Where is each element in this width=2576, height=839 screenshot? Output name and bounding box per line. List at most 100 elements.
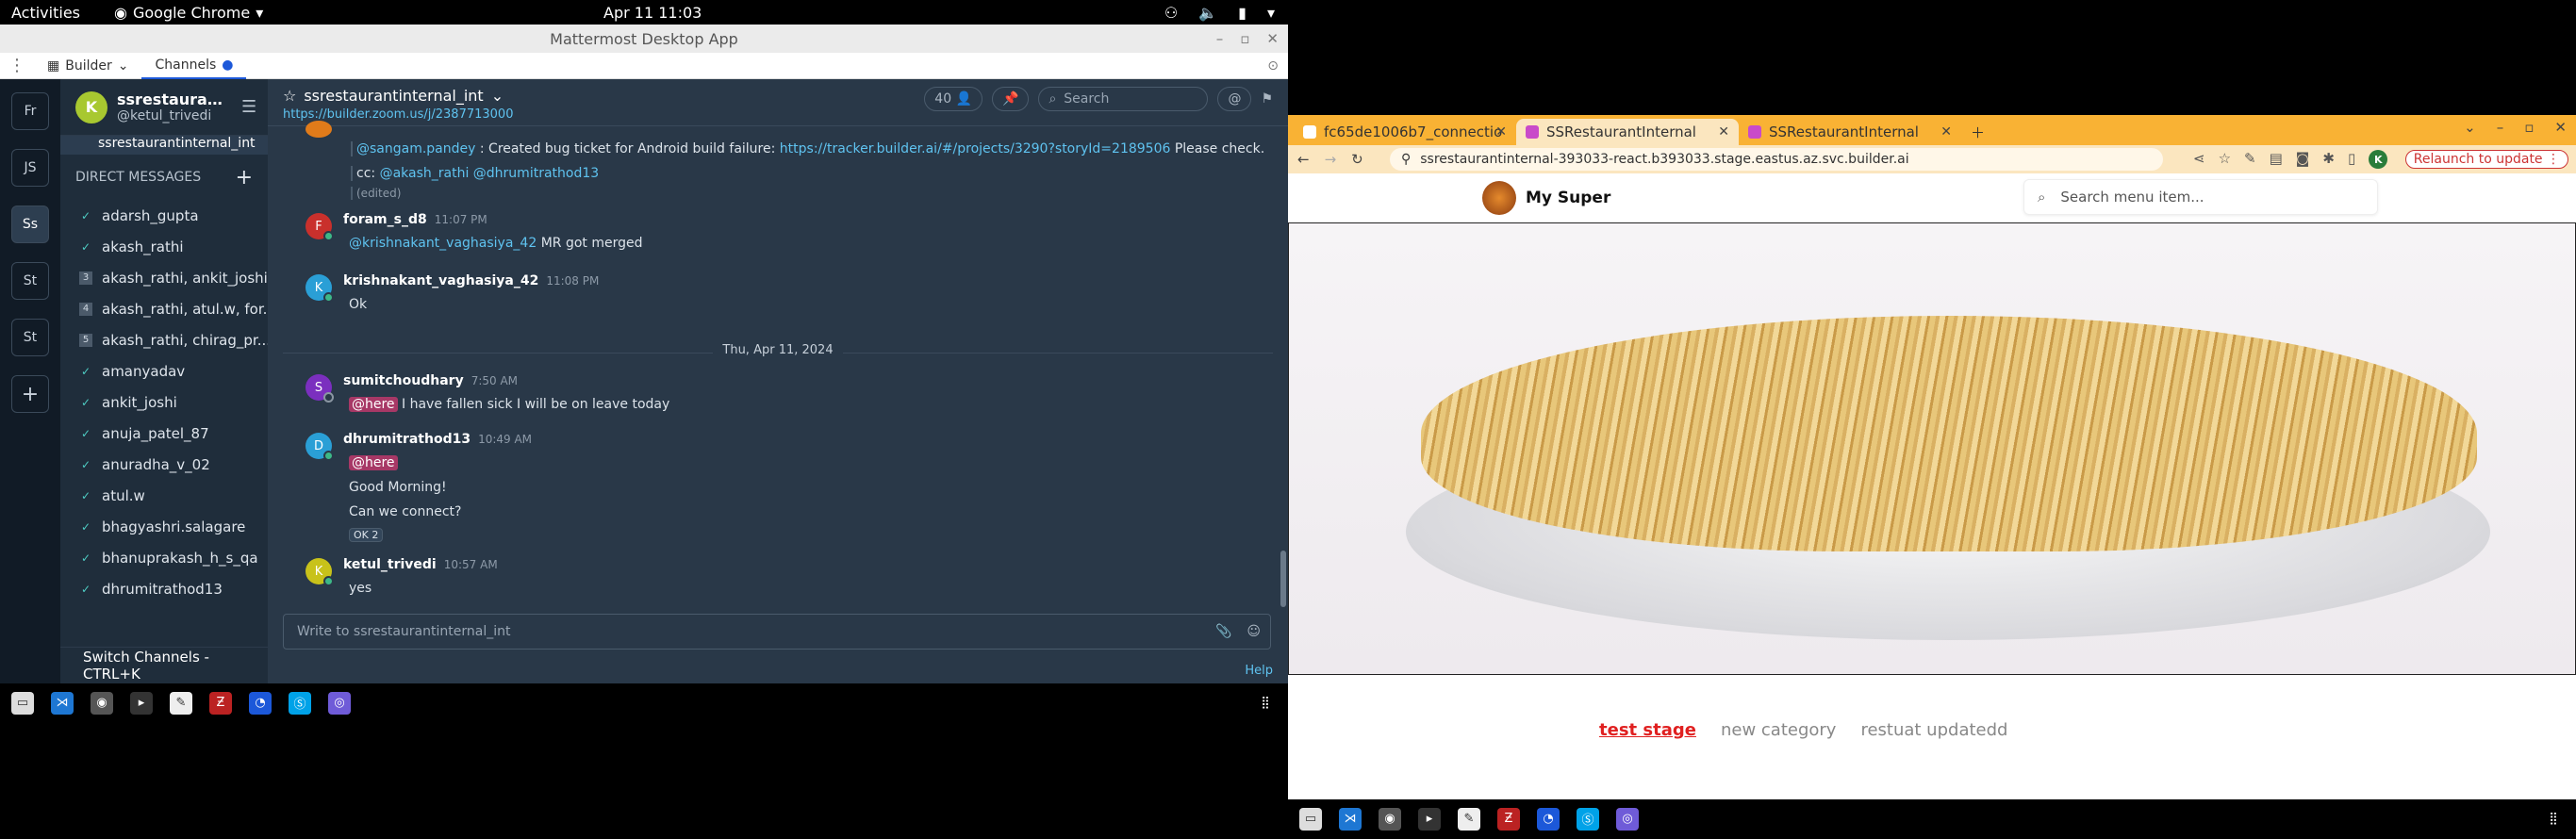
post-author[interactable]: krishnakant_vaghasiya_42 11:08 PM xyxy=(343,273,599,288)
browser-tab[interactable]: SSRestaurantInternal ✕ xyxy=(1739,119,1961,145)
category-tab[interactable]: test stage xyxy=(1599,720,1696,740)
sidebar-item-dm[interactable]: ✓ atul.w xyxy=(60,480,268,511)
tab-builder[interactable]: ▦ Builder ⌄ xyxy=(34,53,141,79)
channel-header-link[interactable]: https://builder.zoom.us/j/2387713000 xyxy=(283,107,513,122)
bookmark-star-icon[interactable]: ☆ xyxy=(2219,150,2231,169)
post-author[interactable]: dhrumitrathod13 10:49 AM xyxy=(343,432,532,447)
clock[interactable]: Apr 11 11:03 xyxy=(603,4,702,22)
editor-icon[interactable]: ✎ xyxy=(1458,807,1480,831)
app-icon[interactable]: ◎ xyxy=(1616,807,1639,831)
back-icon[interactable]: ← xyxy=(1297,151,1310,168)
post-time[interactable]: 11:08 PM xyxy=(546,274,599,288)
mattermost-icon[interactable]: ◔ xyxy=(1537,807,1560,831)
screenshot-icon[interactable]: ◙ xyxy=(2296,150,2310,169)
category-tab[interactable]: restuat updatedd xyxy=(1860,720,2007,740)
share-icon[interactable]: ⋖ xyxy=(2193,150,2205,169)
chrome-icon[interactable]: ◉ xyxy=(91,691,113,715)
maximize-button[interactable]: ▫ xyxy=(2524,119,2534,136)
server-button[interactable]: Ss xyxy=(11,206,49,243)
system-tray[interactable]: ⚇ 🔈 ▮ ▾ xyxy=(1164,4,1275,22)
add-server-button[interactable]: + xyxy=(11,375,49,413)
channel-title[interactable]: ☆ ssrestaurantinternal_int ⌄ xyxy=(283,87,504,105)
here-mention[interactable]: @here xyxy=(349,397,398,412)
sidebar-item-dm[interactable]: ✓ bhanuprakash_h_s_qa xyxy=(60,542,268,573)
hamburger-icon[interactable]: ☰ xyxy=(241,97,256,117)
flag-icon[interactable]: ⚑ xyxy=(1261,91,1273,107)
sidebar-item-dm[interactable]: ✓ adarsh_gupta xyxy=(60,200,268,231)
browser-tab-active[interactable]: SSRestaurantInternal ✕ xyxy=(1516,119,1739,145)
post-time[interactable]: 7:50 AM xyxy=(471,374,518,387)
app-icon[interactable]: ◎ xyxy=(328,691,351,715)
sidebar-item-dm[interactable]: ✓ dhrumitrathod13 xyxy=(60,573,268,604)
mention[interactable]: @krishnakant_vaghasiya_42 xyxy=(349,236,537,251)
filezilla-icon[interactable]: Ƶ xyxy=(209,691,232,715)
extension-icon[interactable]: ▤ xyxy=(2270,150,2283,169)
editor-icon[interactable]: ✎ xyxy=(170,691,192,715)
sidebar-current-channel[interactable]: ssrestaurantinternal_int xyxy=(60,136,268,155)
extension-icon[interactable]: ✎ xyxy=(2244,150,2256,169)
post-time[interactable]: 11:07 PM xyxy=(435,213,487,226)
sidebar-item-dm[interactable]: 4 akash_rathi, atul.w, for... xyxy=(60,293,268,324)
switch-channels-button[interactable]: Switch Channels - CTRL+K xyxy=(60,647,268,683)
pin-button[interactable]: 📌 xyxy=(992,87,1030,111)
server-button[interactable]: St xyxy=(11,319,49,356)
mention[interactable]: @sangam.pandey xyxy=(356,141,475,156)
search-box[interactable]: ⌕ Search xyxy=(1038,87,1209,111)
puzzle-icon[interactable]: ✱ xyxy=(2322,150,2335,169)
profile-avatar[interactable]: K xyxy=(2369,150,2388,169)
sidebar-item-dm[interactable]: ✓ ankit_joshi xyxy=(60,387,268,418)
sidebar-item-dm[interactable]: ✓ anuja_patel_87 xyxy=(60,418,268,449)
minimize-button[interactable]: – xyxy=(2497,119,2504,136)
sidepanel-icon[interactable]: ▯ xyxy=(2348,150,2355,169)
here-mention[interactable]: @here xyxy=(349,455,398,470)
app-grid-icon[interactable]: ⣿ xyxy=(1254,692,1277,715)
reaction-ok[interactable]: OK 2 xyxy=(349,528,384,542)
mention[interactable]: @akash_rathi @dhrumitrathod13 xyxy=(380,166,600,181)
chrome-icon[interactable]: ◉ xyxy=(1379,807,1401,831)
sidebar-item-dm[interactable]: ✓ akash_rathi xyxy=(60,231,268,262)
post-author[interactable]: sumitchoudhary 7:50 AM xyxy=(343,373,518,388)
filezilla-icon[interactable]: Ƶ xyxy=(1497,807,1520,831)
help-link[interactable]: Help xyxy=(1245,664,1273,678)
download-icon[interactable]: ⊙ xyxy=(1267,58,1279,74)
star-icon[interactable]: ☆ xyxy=(283,87,296,105)
close-button[interactable]: ✕ xyxy=(2554,119,2567,136)
skype-icon[interactable]: Ⓢ xyxy=(1577,807,1599,831)
app-menu[interactable]: ◉ Google Chrome ▾ xyxy=(114,4,263,22)
files-icon[interactable]: ▭ xyxy=(11,691,34,715)
post-time[interactable]: 10:57 AM xyxy=(444,558,498,571)
team-header[interactable]: K ssrestaurantint...@ketul_trivedi ☰ xyxy=(60,79,268,136)
skype-icon[interactable]: Ⓢ xyxy=(289,691,311,715)
browser-tab[interactable]: fc65de1006b7_connectio ✕ xyxy=(1294,119,1516,145)
ticket-link[interactable]: https://tracker.builder.ai/#/projects/32… xyxy=(780,141,1171,156)
menu-search-input[interactable]: ⌕ Search menu item... xyxy=(2023,179,2378,215)
sidebar-item-dm[interactable]: ✓ anuradha_v_02 xyxy=(60,449,268,480)
forward-icon[interactable]: → xyxy=(1325,151,1337,168)
maximize-button[interactable]: ▫ xyxy=(1240,30,1249,47)
close-button[interactable]: ✕ xyxy=(1266,30,1279,47)
reload-icon[interactable]: ↻ xyxy=(1351,151,1363,168)
mattermost-icon[interactable]: ◔ xyxy=(249,691,272,715)
sidebar-item-dm[interactable]: ✓ bhagyashri.salagare xyxy=(60,511,268,542)
app-grid-icon[interactable]: ⣿ xyxy=(2542,808,2565,831)
post-author[interactable]: foram_s_d8 11:07 PM xyxy=(343,212,487,227)
files-icon[interactable]: ▭ xyxy=(1299,807,1322,831)
message-input[interactable]: Write to ssrestaurantinternal_int 📎 ☺ xyxy=(283,614,1271,650)
server-button[interactable]: JS xyxy=(11,149,49,187)
sidebar-item-dm[interactable]: ✓ amanyadav xyxy=(60,355,268,387)
vscode-icon[interactable]: ⋊ xyxy=(1339,807,1362,831)
vscode-icon[interactable]: ⋊ xyxy=(51,691,74,715)
logo[interactable] xyxy=(1482,181,1516,215)
close-tab-icon[interactable]: ✕ xyxy=(1940,124,1952,140)
activities-button[interactable]: Activities xyxy=(11,4,80,22)
terminal-icon[interactable]: ▸ xyxy=(130,691,153,715)
terminal-icon[interactable]: ▸ xyxy=(1418,807,1441,831)
minimize-button[interactable]: – xyxy=(1216,30,1224,47)
sidebar-item-dm[interactable]: 3 akash_rathi, ankit_joshi... xyxy=(60,262,268,293)
sidebar-item-dm[interactable]: 5 akash_rathi, chirag_pr... xyxy=(60,324,268,355)
emoji-icon[interactable]: ☺ xyxy=(1247,624,1261,639)
site-info-icon[interactable]: ⚲ xyxy=(1401,152,1411,167)
add-dm-icon[interactable]: + xyxy=(236,166,253,189)
relaunch-button[interactable]: Relaunch to update ⋮ xyxy=(2404,150,2568,169)
url-input[interactable]: ⚲ ssrestaurantinternal-393033-react.b3930… xyxy=(1390,148,2163,171)
